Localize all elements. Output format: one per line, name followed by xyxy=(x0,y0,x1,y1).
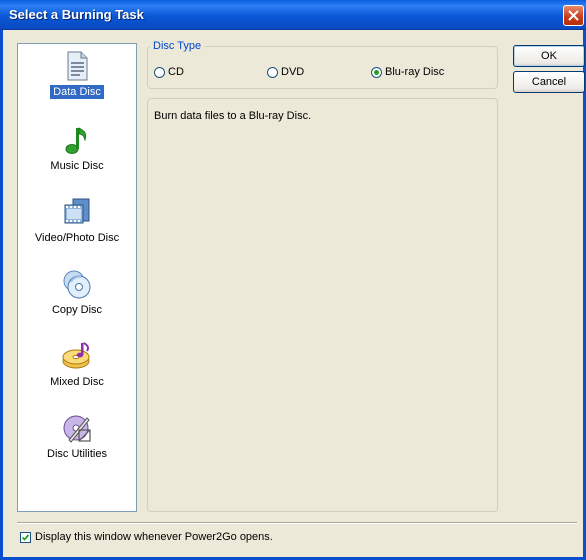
footer-separator xyxy=(17,522,577,524)
title-bar[interactable]: Select a Burning Task xyxy=(0,0,586,30)
task-label: Copy Disc xyxy=(51,304,103,316)
task-list: Data Disc Music Disc Video/Photo Disc Co… xyxy=(17,43,137,512)
task-mixed-disc[interactable]: Mixed Disc xyxy=(18,340,136,389)
description-panel xyxy=(147,98,498,512)
task-label: Mixed Disc xyxy=(50,376,104,388)
show-on-startup-checkbox[interactable]: Display this window whenever Power2Go op… xyxy=(20,531,273,543)
cancel-button[interactable]: Cancel xyxy=(513,71,585,93)
radio-cd[interactable]: CD xyxy=(154,66,184,78)
checkmark-icon xyxy=(21,533,30,541)
radio-blu-ray[interactable]: Blu-ray Disc xyxy=(371,66,444,78)
radio-label: DVD xyxy=(281,66,305,78)
task-description: Burn data files to a Blu-ray Disc. xyxy=(154,110,312,122)
radio-button[interactable] xyxy=(154,66,165,78)
task-label: Disc Utilities xyxy=(47,448,107,460)
radio-button[interactable] xyxy=(267,66,278,78)
task-label: Music Disc xyxy=(50,160,104,172)
checkbox-label: Display this window whenever Power2Go op… xyxy=(35,531,273,543)
task-copy-disc[interactable]: Copy Disc xyxy=(18,268,136,317)
disc-type-legend: Disc Type xyxy=(150,40,205,52)
radio-button[interactable] xyxy=(371,66,382,78)
document-icon xyxy=(67,51,88,81)
task-data-disc[interactable]: Data Disc xyxy=(18,50,136,99)
task-label: Data Disc xyxy=(50,85,104,99)
ok-button[interactable]: OK xyxy=(513,45,585,67)
task-label: Video/Photo Disc xyxy=(34,232,120,244)
disc-utilities-icon xyxy=(63,415,91,443)
task-music-disc[interactable]: Music Disc xyxy=(18,124,136,173)
radio-dvd[interactable]: DVD xyxy=(267,66,304,78)
checkbox[interactable] xyxy=(20,531,31,543)
copy-disc-icon xyxy=(63,270,91,299)
disc-type-group xyxy=(147,46,498,89)
mixed-disc-icon xyxy=(62,342,90,369)
task-video-photo-disc[interactable]: Video/Photo Disc xyxy=(18,196,136,245)
close-button[interactable] xyxy=(563,5,584,26)
window-title: Select a Burning Task xyxy=(9,7,144,22)
close-icon xyxy=(568,10,579,21)
radio-label: CD xyxy=(168,66,184,78)
radio-label: Blu-ray Disc xyxy=(385,66,445,78)
music-note-icon xyxy=(65,127,87,154)
task-disc-utilities[interactable]: Disc Utilities xyxy=(18,412,136,461)
film-strip-icon xyxy=(64,198,90,224)
